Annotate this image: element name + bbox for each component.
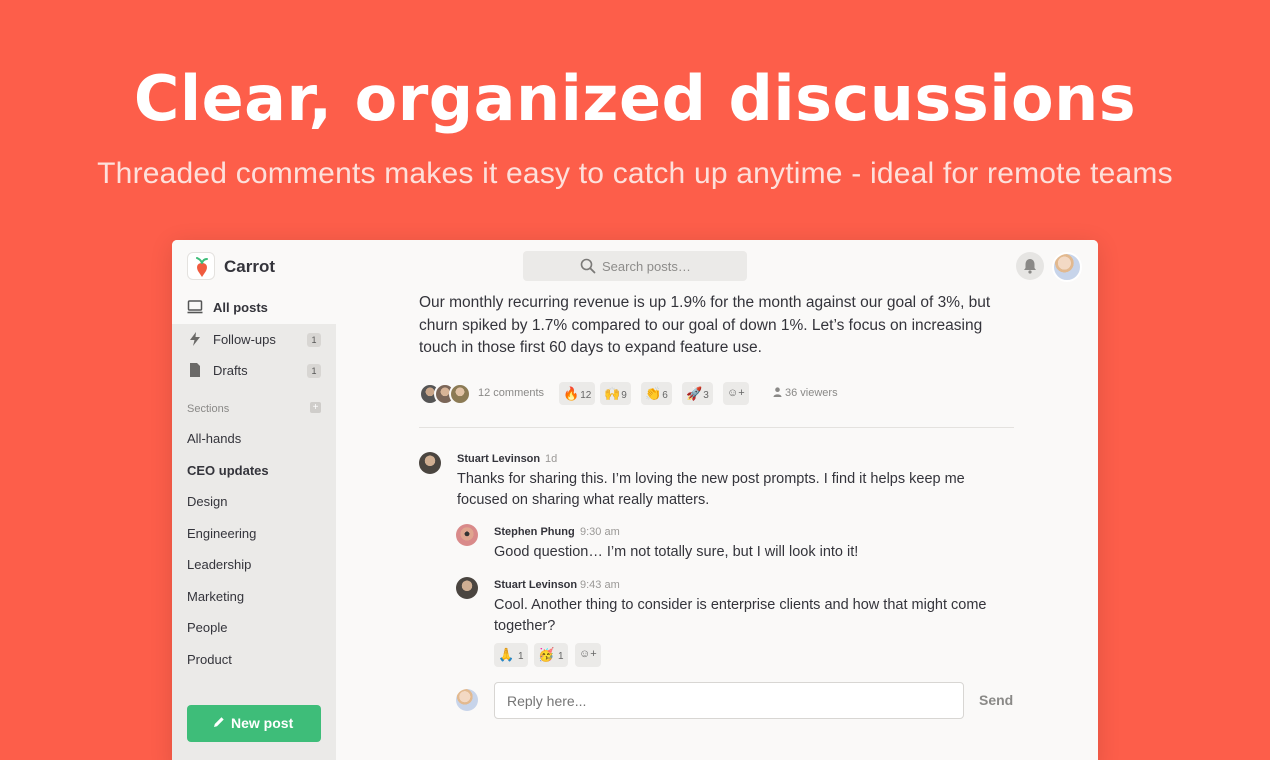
user-avatar	[456, 689, 478, 711]
comment-author[interactable]: Stuart Levinson	[494, 579, 577, 591]
pencil-icon	[214, 717, 224, 727]
reaction-pray[interactable]: 🙏 1	[494, 643, 528, 667]
sidebar-section-people[interactable]: People	[187, 620, 227, 635]
lightning-icon	[190, 332, 200, 346]
commenter-avatar[interactable]	[449, 383, 471, 405]
add-section-button[interactable]: +	[310, 402, 321, 413]
comment-text: Cool. Another thing to consider is enter…	[494, 597, 987, 634]
comments-count[interactable]: 12 comments	[478, 387, 544, 399]
sidebar: All posts Follow-ups 1 Drafts 1 Sections…	[172, 292, 336, 760]
add-reaction-button[interactable]: ☺+	[723, 382, 749, 405]
reaction-raised-hands[interactable]: 🙌9	[600, 382, 631, 405]
comment-text: Thanks for sharing this. I’m loving the …	[457, 471, 965, 508]
comment-author-avatar[interactable]	[419, 452, 441, 474]
reaction-rocket[interactable]: 🚀3	[682, 382, 713, 405]
notifications-button[interactable]	[1016, 252, 1044, 280]
sections-header: Sections	[187, 403, 230, 415]
person-icon	[773, 387, 782, 397]
reply-input[interactable]	[494, 682, 964, 719]
sidebar-section-design[interactable]: Design	[187, 494, 227, 509]
comment-time: 1d	[545, 453, 558, 465]
post-reactions-row: 12 comments 🔥12 🙌9 👏6 🚀3 ☺+ 36 viewers	[419, 381, 1019, 407]
top-bar: Carrot Search posts…	[172, 240, 1098, 292]
comment-author-avatar[interactable]	[456, 524, 478, 546]
sidebar-panel	[172, 324, 336, 760]
sidebar-section-engineering[interactable]: Engineering	[187, 526, 256, 541]
brand-name[interactable]: Carrot	[224, 257, 275, 277]
new-post-label: New post	[231, 715, 294, 731]
post-body: Our monthly recurring revenue is up 1.9%…	[419, 294, 991, 356]
sidebar-item-follow-ups[interactable]: Follow-ups 1	[187, 330, 327, 350]
sidebar-item-all-posts[interactable]: All posts	[187, 298, 327, 318]
comment-author-avatar[interactable]	[456, 577, 478, 599]
add-reaction-button[interactable]: ☺+	[575, 643, 601, 667]
comment-text: Good question… I’m not totally sure, but…	[494, 544, 859, 560]
reaction-clap[interactable]: 👏6	[641, 382, 672, 405]
search-placeholder: Search posts…	[602, 259, 691, 274]
comment-author[interactable]: Stuart Levinson	[457, 453, 540, 465]
sidebar-item-label: Follow-ups	[213, 332, 276, 347]
sidebar-item-label: Drafts	[213, 363, 248, 378]
monitor-icon	[187, 300, 203, 314]
comment-time: 9:43 am	[580, 579, 620, 591]
sidebar-section-marketing[interactable]: Marketing	[187, 589, 244, 604]
new-post-button[interactable]: New post	[187, 705, 321, 742]
search-input[interactable]: Search posts…	[523, 251, 747, 281]
carrot-logo-icon[interactable]	[187, 252, 215, 280]
document-icon	[190, 363, 200, 377]
user-avatar[interactable]	[1052, 252, 1082, 282]
reaction-party[interactable]: 🥳 1	[534, 643, 568, 667]
sidebar-section-all-hands[interactable]: All-hands	[187, 431, 241, 446]
sidebar-section-ceo-updates[interactable]: CEO updates	[187, 463, 269, 478]
hero-subtitle: Threaded comments makes it easy to catch…	[97, 157, 1173, 190]
app-window: Carrot Search posts… All posts Follow-up…	[172, 240, 1098, 760]
sidebar-section-product[interactable]: Product	[187, 652, 232, 667]
divider	[419, 427, 1014, 428]
follow-ups-count-badge: 1	[307, 333, 321, 347]
comment-author[interactable]: Stephen Phung	[494, 526, 575, 538]
sidebar-item-drafts[interactable]: Drafts 1	[187, 361, 327, 381]
sidebar-item-label: All posts	[213, 300, 268, 315]
drafts-count-badge: 1	[307, 364, 321, 378]
reaction-fire[interactable]: 🔥12	[559, 382, 596, 405]
hero-title: Clear, organized discussions	[133, 62, 1137, 135]
search-icon	[580, 258, 596, 274]
sidebar-section-leadership[interactable]: Leadership	[187, 557, 251, 572]
comment-time: 9:30 am	[580, 526, 620, 538]
bell-icon	[1024, 259, 1036, 274]
send-button[interactable]: Send	[979, 692, 1013, 708]
viewers-count[interactable]: 36 viewers	[773, 387, 838, 399]
